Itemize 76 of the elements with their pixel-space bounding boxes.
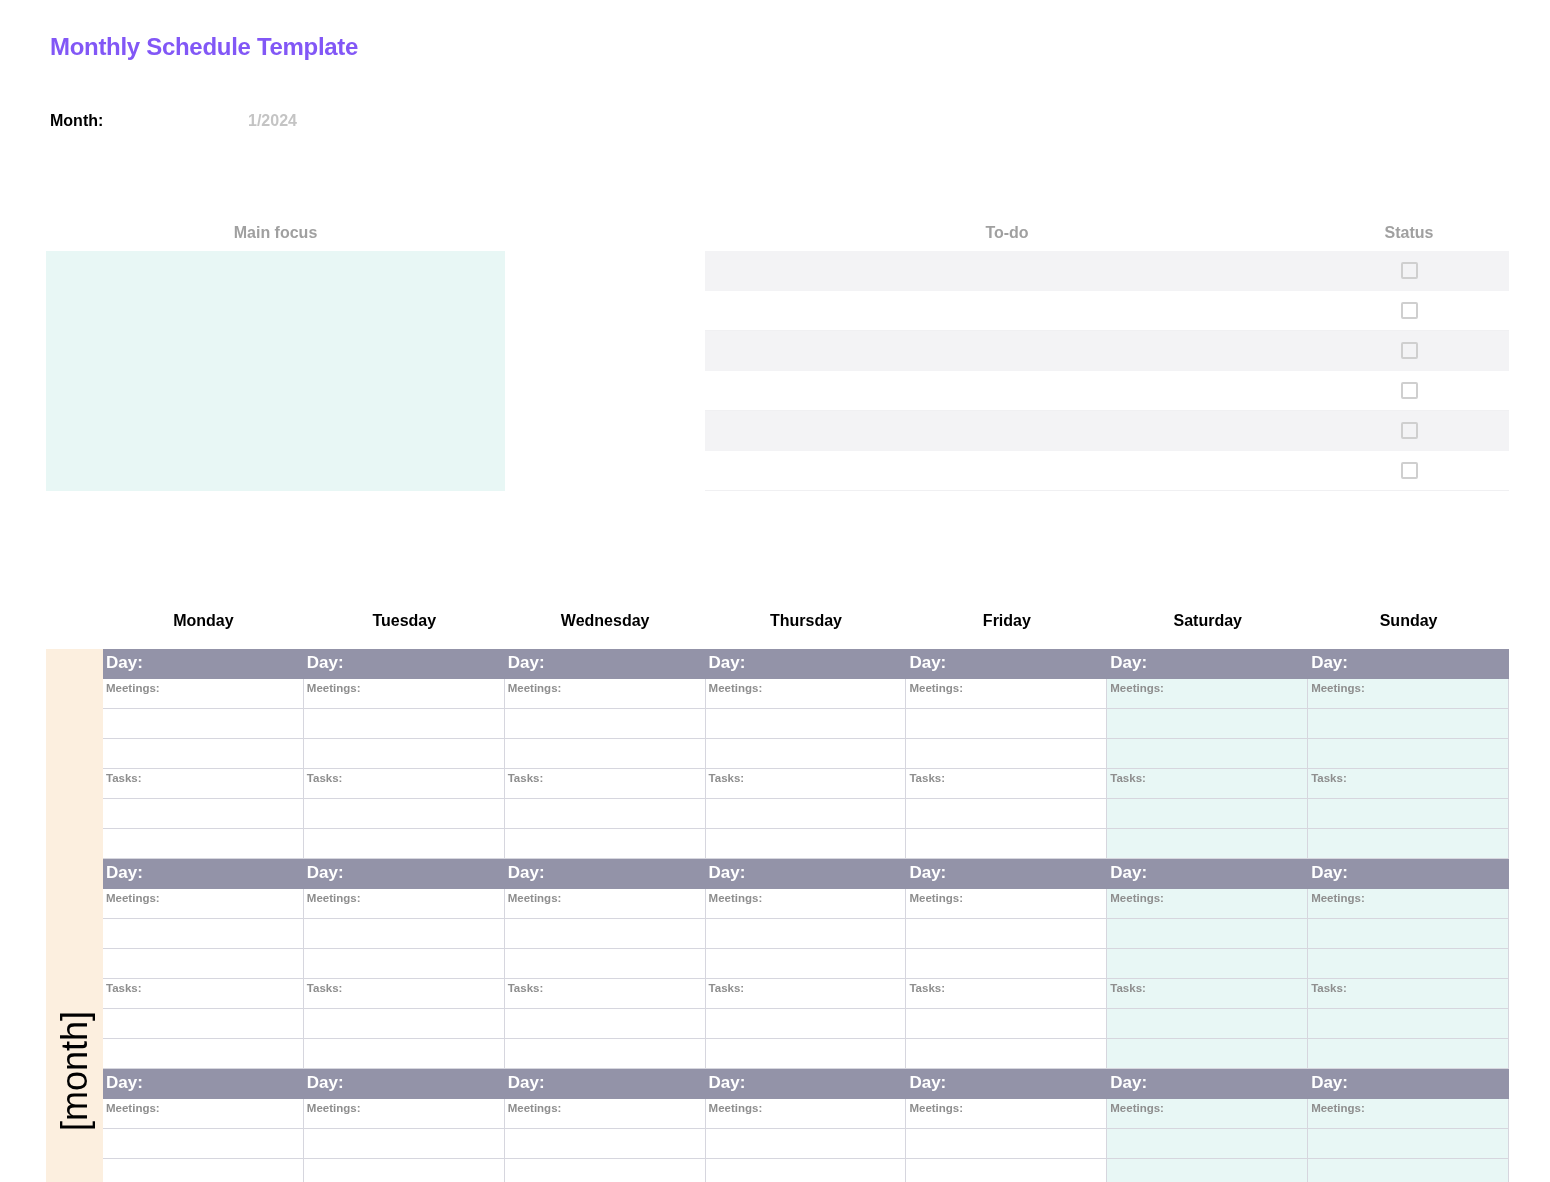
weekday-heading: Friday bbox=[982, 611, 1031, 631]
month-value: 1/2024 bbox=[248, 111, 297, 131]
label-cell: Meetings: bbox=[504, 1099, 706, 1129]
label-cell: Tasks: bbox=[1107, 979, 1309, 1009]
day-header: Day: bbox=[1107, 1069, 1309, 1099]
day-header: Day: bbox=[103, 649, 304, 679]
day-header: Day: bbox=[1308, 649, 1509, 679]
day-header: Day: bbox=[504, 649, 706, 679]
label-cell: Meetings: bbox=[303, 889, 505, 919]
day-header: Day: bbox=[705, 1069, 907, 1099]
status-checkbox[interactable] bbox=[1400, 342, 1418, 359]
status-checkbox[interactable] bbox=[1400, 262, 1418, 279]
label-cell: Meetings: bbox=[504, 889, 706, 919]
day-header: Day: bbox=[103, 1069, 304, 1099]
month-label: Month: bbox=[50, 111, 105, 131]
day-header: Day: bbox=[705, 859, 907, 889]
day-header: Day: bbox=[1107, 859, 1309, 889]
label-cell: Meetings: bbox=[705, 889, 907, 919]
day-header: Day: bbox=[504, 859, 706, 889]
label-cell: Meetings: bbox=[1308, 889, 1509, 919]
label-cell: Meetings: bbox=[103, 679, 304, 709]
label-cell: Tasks: bbox=[303, 769, 505, 799]
label-cell: Tasks: bbox=[303, 979, 505, 1009]
todo-heading: To-do bbox=[984, 223, 1030, 243]
month-side-label: [month] bbox=[54, 1010, 95, 1131]
status-checkbox[interactable] bbox=[1400, 382, 1418, 399]
label-cell: Meetings: bbox=[303, 1099, 505, 1129]
weekday-heading: Tuesday bbox=[372, 611, 437, 631]
label-cell: Tasks: bbox=[705, 979, 907, 1009]
label-cell: Meetings: bbox=[906, 679, 1108, 709]
weekday-heading: Wednesday bbox=[560, 611, 650, 631]
day-header: Day: bbox=[103, 859, 304, 889]
page-title: Monthly Schedule Template bbox=[50, 32, 360, 62]
label-cell: Tasks: bbox=[705, 769, 907, 799]
label-cell: Meetings: bbox=[705, 679, 907, 709]
day-header: Day: bbox=[1308, 1069, 1509, 1099]
label-cell: Meetings: bbox=[103, 1099, 304, 1129]
day-header: Day: bbox=[504, 1069, 706, 1099]
label-cell: Tasks: bbox=[906, 979, 1108, 1009]
label-cell: Tasks: bbox=[1107, 769, 1309, 799]
label-cell: Meetings: bbox=[705, 1099, 907, 1129]
day-header: Day: bbox=[303, 649, 505, 679]
day-header: Day: bbox=[303, 1069, 505, 1099]
label-cell: Meetings: bbox=[1107, 679, 1309, 709]
label-cell: Meetings: bbox=[1308, 679, 1509, 709]
label-cell: Meetings: bbox=[906, 1099, 1108, 1129]
weekday-heading: Thursday bbox=[770, 611, 842, 631]
day-header: Day: bbox=[906, 649, 1108, 679]
label-cell: Tasks: bbox=[103, 979, 304, 1009]
weekday-heading: Saturday bbox=[1173, 611, 1242, 631]
label-cell: Meetings: bbox=[1308, 1099, 1509, 1129]
label-cell: Tasks: bbox=[906, 769, 1108, 799]
status-checkbox[interactable] bbox=[1400, 422, 1418, 439]
label-cell: Tasks: bbox=[103, 769, 304, 799]
status-heading: Status bbox=[1383, 223, 1435, 243]
label-cell: Meetings: bbox=[1107, 1099, 1309, 1129]
label-cell: Tasks: bbox=[504, 769, 706, 799]
label-cell: Meetings: bbox=[103, 889, 304, 919]
label-cell: Meetings: bbox=[303, 679, 505, 709]
weekday-heading: Sunday bbox=[1379, 611, 1438, 631]
day-header: Day: bbox=[705, 649, 907, 679]
label-cell: Meetings: bbox=[1107, 889, 1309, 919]
status-checkbox[interactable] bbox=[1400, 302, 1418, 319]
day-header: Day: bbox=[1308, 859, 1509, 889]
day-header: Day: bbox=[906, 1069, 1108, 1099]
day-header: Day: bbox=[303, 859, 505, 889]
label-cell: Meetings: bbox=[906, 889, 1108, 919]
status-checkbox[interactable] bbox=[1400, 462, 1418, 479]
label-cell: Tasks: bbox=[504, 979, 706, 1009]
label-cell: Tasks: bbox=[1308, 769, 1509, 799]
day-header: Day: bbox=[1107, 649, 1309, 679]
weekday-heading: Monday bbox=[173, 611, 234, 631]
main-focus-heading: Main focus bbox=[232, 223, 319, 243]
day-header: Day: bbox=[906, 859, 1108, 889]
label-cell: Meetings: bbox=[504, 679, 706, 709]
label-cell: Tasks: bbox=[1308, 979, 1509, 1009]
